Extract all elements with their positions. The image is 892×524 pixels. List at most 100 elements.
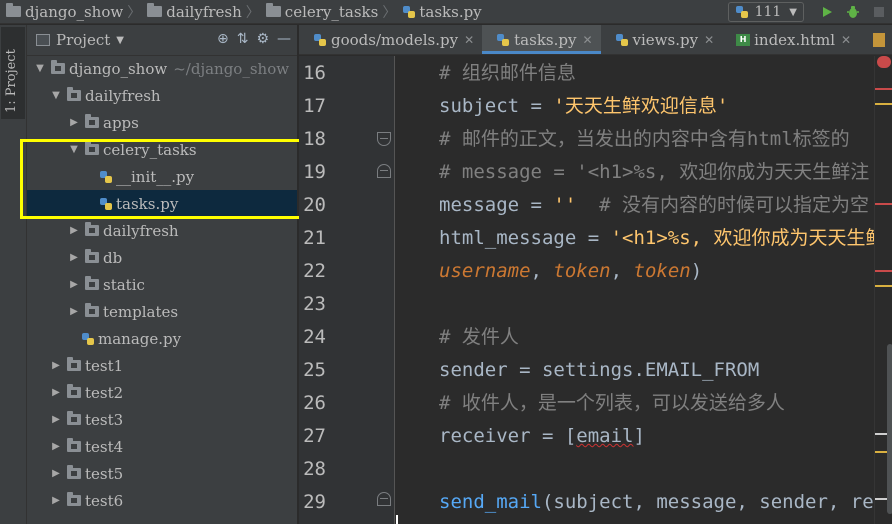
tree-folder-item[interactable]: ▶ test5 xyxy=(27,460,297,487)
close-icon[interactable]: ✕ xyxy=(582,33,592,47)
python-file-icon xyxy=(100,197,112,210)
code-token: sender = settings.EMAIL_FROM xyxy=(439,359,760,381)
tree-item-label: templates xyxy=(103,302,179,321)
project-tool-window-tab[interactable]: 1: Project xyxy=(1,27,25,119)
tree-folder-item[interactable]: ▼ dailyfresh xyxy=(27,82,297,109)
code-line[interactable]: message = '' # 没有内容的时候可以指定为空 xyxy=(439,189,869,222)
code-line[interactable]: # 收件人，是一个列表，可以发送给多人 xyxy=(439,387,785,420)
code-line[interactable]: # 组织邮件信息 xyxy=(439,57,576,90)
debug-button[interactable] xyxy=(840,2,866,22)
tree-folder-item[interactable]: ▼ celery_tasks xyxy=(27,136,297,163)
tree-folder-item[interactable]: ▶ db xyxy=(27,244,297,271)
line-number: 23 xyxy=(303,293,326,315)
tree-folder-item[interactable]: ▶ templates xyxy=(27,298,297,325)
collapse-arrow-icon[interactable]: ▶ xyxy=(67,306,81,317)
tree-folder-item[interactable]: ▶ static xyxy=(27,271,297,298)
chevron-down-icon[interactable]: ▼ xyxy=(116,35,124,46)
code-token: receiver = [ xyxy=(439,425,577,447)
fold-marker[interactable] xyxy=(377,132,391,146)
code-line[interactable]: sender = settings.EMAIL_FROM xyxy=(439,354,759,387)
code-line[interactable]: # 邮件的正文，当发出的内容中含有html标签的 xyxy=(439,123,850,156)
error-mark[interactable] xyxy=(875,270,892,272)
tree-folder-item[interactable]: ▼ django_show ~/django_show xyxy=(27,55,297,82)
close-icon[interactable]: ✕ xyxy=(704,33,714,47)
collapse-arrow-icon[interactable]: ▶ xyxy=(49,387,63,398)
code-line[interactable]: subject = '天天生鲜欢迎信息' xyxy=(439,90,728,123)
code-token: # 邮件的正文，当发出的内容中含有html标签的 xyxy=(439,128,850,150)
hide-panel-icon[interactable]: — xyxy=(277,31,291,47)
collapse-arrow-icon[interactable]: ▶ xyxy=(49,495,63,506)
line-number: 19 xyxy=(303,161,326,183)
code-token: subject = xyxy=(439,95,554,117)
breadcrumb-item[interactable]: django_show 〉 xyxy=(0,0,141,24)
tab-overflow-icon: ≡ xyxy=(887,32,892,47)
tree-item-label: db xyxy=(103,248,123,267)
tree-folder-item[interactable]: ▶ test6 xyxy=(27,487,297,514)
fold-marker[interactable] xyxy=(377,492,391,506)
collapse-arrow-icon[interactable]: ▶ xyxy=(49,441,63,452)
code-token: , xyxy=(610,260,634,282)
tree-folder-item[interactable]: ▶ test2 xyxy=(27,379,297,406)
python-file-icon xyxy=(615,33,628,46)
run-configuration-select[interactable]: 111 ▼ xyxy=(727,2,804,22)
code-token: send_mail xyxy=(439,491,542,513)
fold-marker[interactable] xyxy=(377,164,391,178)
folder-icon xyxy=(67,357,81,371)
tree-folder-item[interactable]: ▶ test1 xyxy=(27,352,297,379)
tree-folder-item[interactable]: ▶ dailyfresh xyxy=(27,217,297,244)
tree-folder-item[interactable]: ▶ test4 xyxy=(27,433,297,460)
project-panel-title: Project xyxy=(56,31,111,49)
tree-file-item[interactable]: manage.py xyxy=(27,325,297,352)
expand-arrow-icon[interactable]: ▼ xyxy=(67,144,81,155)
code-line[interactable]: send_mail(subject, message, sender, rece… xyxy=(439,486,874,519)
collapse-arrow-icon[interactable]: ▶ xyxy=(49,468,63,479)
breadcrumb-item[interactable]: tasks.py xyxy=(396,0,482,24)
warning-mark[interactable] xyxy=(875,103,892,105)
editor-tab[interactable]: views.py ✕ xyxy=(601,25,723,54)
code-token: ] xyxy=(633,425,645,447)
code-line[interactable]: html_message = '<h1>%s, 欢迎你成为天天生鲜 xyxy=(439,222,874,255)
collapse-all-icon[interactable]: ⇅ xyxy=(237,31,249,47)
tree-folder-item[interactable]: ▶ test3 xyxy=(27,406,297,433)
error-mark[interactable] xyxy=(875,203,892,205)
editor-tab[interactable]: goods/models.py ✕ xyxy=(299,25,482,54)
gear-icon[interactable]: ⚙ xyxy=(256,31,269,47)
collapse-arrow-icon[interactable]: ▶ xyxy=(49,414,63,425)
expand-arrow-icon[interactable]: ▼ xyxy=(33,63,47,74)
collapse-arrow-icon[interactable]: ▶ xyxy=(67,279,81,290)
editor-tab[interactable]: Hindex.html ✕ xyxy=(722,25,859,54)
line-number: 21 xyxy=(303,227,326,249)
tree-file-item[interactable]: __init__.py xyxy=(27,163,297,190)
stop-button[interactable] xyxy=(866,2,892,22)
error-indicator-icon[interactable] xyxy=(877,56,891,68)
run-icon xyxy=(823,7,832,17)
collapse-arrow-icon[interactable]: ▶ xyxy=(67,117,81,128)
code-line[interactable]: # 发件人 xyxy=(439,321,519,354)
close-icon[interactable]: ✕ xyxy=(841,33,851,47)
code-editor[interactable]: # 组织邮件信息 subject = '天天生鲜欢迎信息' # 邮件的正文，当发出的… xyxy=(396,56,874,524)
collapse-arrow-icon[interactable]: ▶ xyxy=(49,360,63,371)
tree-item-label: static xyxy=(103,275,145,294)
folder-icon xyxy=(85,303,99,317)
tree-file-item[interactable]: tasks.py xyxy=(27,190,297,217)
code-line[interactable]: username, token, token) xyxy=(439,255,702,288)
breadcrumb-item[interactable]: dailyfresh 〉 xyxy=(141,0,260,24)
vertical-scrollbar[interactable] xyxy=(887,344,892,514)
run-button[interactable] xyxy=(814,2,840,22)
error-mark[interactable] xyxy=(875,88,892,90)
collapse-arrow-icon[interactable]: ▶ xyxy=(67,225,81,236)
editor-tab[interactable]: tasks.py ✕ xyxy=(482,25,601,54)
code-line[interactable]: # message = '<h1>%s, 欢迎你成为天天生鲜注 xyxy=(439,156,869,189)
warning-mark[interactable] xyxy=(875,285,892,287)
expand-arrow-icon[interactable]: ▼ xyxy=(49,90,63,101)
python-file-icon xyxy=(497,33,510,46)
more-tabs-button[interactable]: ≡ xyxy=(859,25,892,54)
tree-folder-item[interactable]: ▶ apps xyxy=(27,109,297,136)
tree-item-label: __init__.py xyxy=(116,167,195,186)
code-line[interactable]: receiver = [email] xyxy=(439,420,645,453)
breadcrumb-item[interactable]: celery_tasks 〉 xyxy=(260,0,396,24)
close-icon[interactable]: ✕ xyxy=(464,33,474,47)
locate-file-icon[interactable]: ⊕ xyxy=(217,31,229,47)
code-token: token xyxy=(633,260,691,282)
collapse-arrow-icon[interactable]: ▶ xyxy=(67,252,81,263)
